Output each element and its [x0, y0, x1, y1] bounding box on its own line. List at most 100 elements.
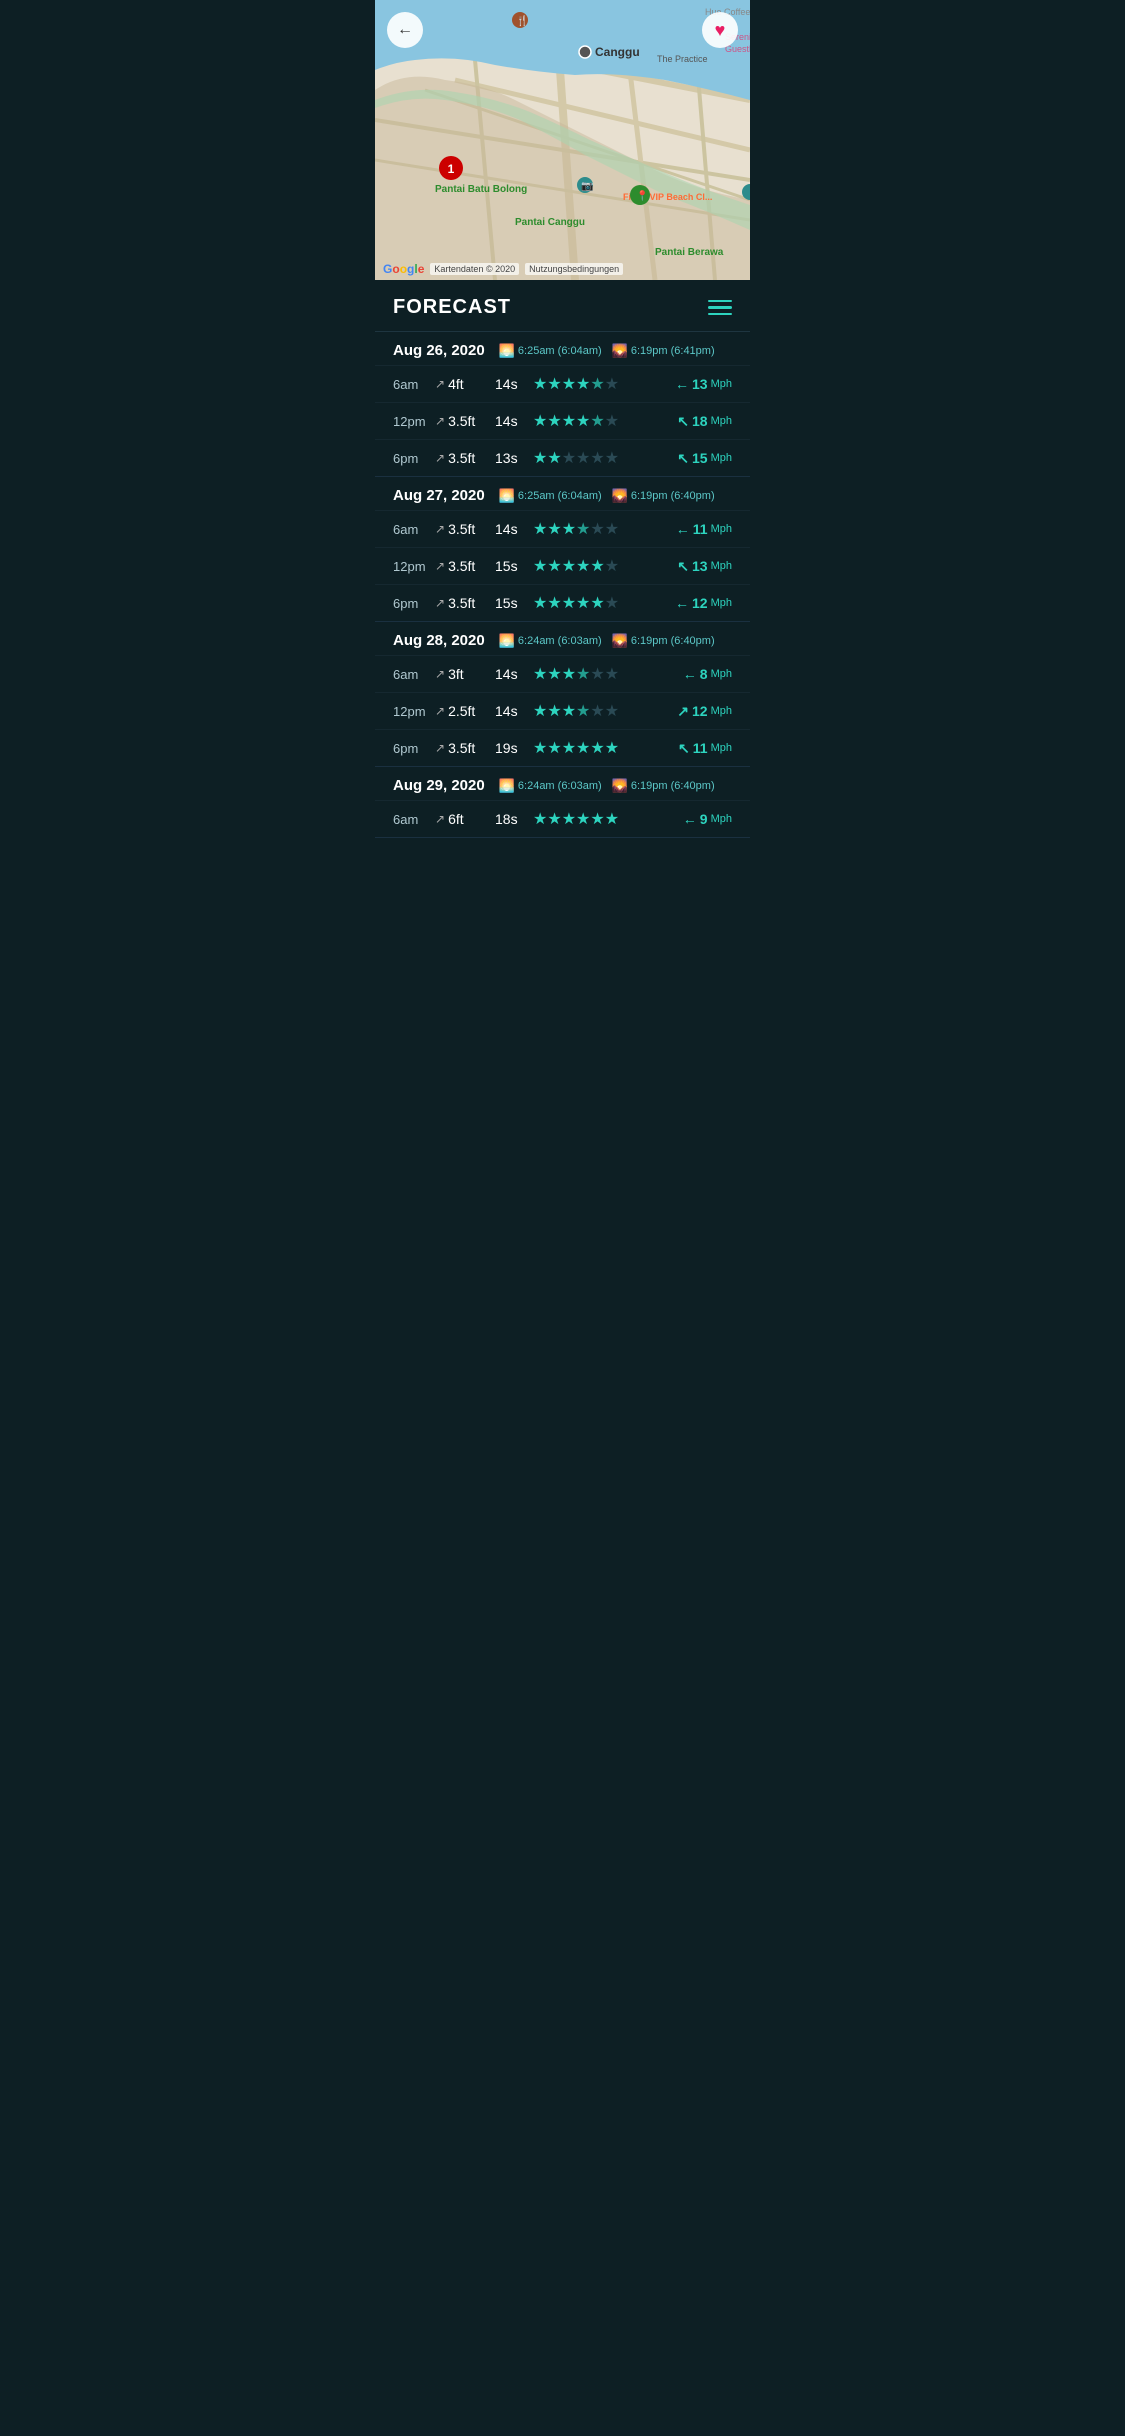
day-block-3: Aug 29, 2020 🌅 6:24am (6:03am) 🌄 6:19pm … — [375, 767, 750, 838]
star-empty: ★ — [605, 448, 619, 468]
time-0-2: 6pm — [393, 451, 435, 466]
svg-text:Canggu: Canggu — [595, 45, 640, 59]
day-header-0: Aug 26, 2020 🌅 6:25am (6:04am) 🌄 6:19pm … — [375, 332, 750, 365]
wind-speed-3-0: 9 — [700, 811, 708, 827]
star-full: ★ — [547, 519, 561, 539]
height-value-2-0: 3ft — [448, 666, 464, 682]
height-value-0-0: 4ft — [448, 376, 464, 392]
time-1-2: 6pm — [393, 596, 435, 611]
sunset-1: 🌄 6:19pm (6:40pm) — [612, 488, 715, 504]
star-half: ★ — [576, 664, 590, 684]
time-3-0: 6am — [393, 812, 435, 827]
wind-1-1: ↖ 13 Mph — [677, 558, 732, 575]
wind-speed-1-0: 11 — [693, 521, 708, 537]
stars-2-2: ★★★★★★ — [533, 738, 678, 758]
star-full: ★ — [562, 411, 576, 431]
star-half: ★ — [590, 374, 604, 394]
wind-unit-1-2: Mph — [711, 597, 732, 609]
star-full: ★ — [547, 374, 561, 394]
sunset-time-1: 6:19pm (6:40pm) — [631, 490, 715, 502]
wind-unit-1-1: Mph — [711, 560, 732, 572]
surf-row-0-0: 6am ↗ 4ft 14s ★★★★★★ ← 13 Mph — [375, 365, 750, 402]
time-1-1: 12pm — [393, 559, 435, 574]
wind-arrow-0-2: ↖ — [677, 450, 689, 467]
star-empty: ★ — [590, 701, 604, 721]
wind-unit-1-0: Mph — [711, 523, 732, 535]
wind-arrow-1-1: ↖ — [677, 558, 689, 575]
sunset-icon-0: 🌄 — [612, 343, 628, 359]
period-2-0: 14s — [495, 666, 533, 682]
sunrise-time-1: 6:25am (6:04am) — [518, 490, 602, 502]
wind-speed-0-0: 13 — [692, 376, 708, 392]
height-0-1: ↗ 3.5ft — [435, 413, 495, 429]
star-full: ★ — [533, 411, 547, 431]
stars-3-0: ★★★★★★ — [533, 809, 683, 829]
star-full: ★ — [547, 664, 561, 684]
time-1-0: 6am — [393, 522, 435, 537]
star-full: ★ — [562, 593, 576, 613]
height-3-0: ↗ 6ft — [435, 811, 495, 827]
period-1-1: 15s — [495, 558, 533, 574]
wind-0-2: ↖ 15 Mph — [677, 450, 732, 467]
wind-arrow-2-0: ← — [683, 666, 697, 682]
period-0-0: 14s — [495, 376, 533, 392]
wind-0-1: ↖ 18 Mph — [677, 413, 732, 430]
google-attribution: Google Kartendaten © 2020 Nutzungsbeding… — [383, 262, 623, 276]
height-1-0: ↗ 3.5ft — [435, 521, 495, 537]
sunrise-icon-0: 🌅 — [499, 343, 515, 359]
day-header-1: Aug 27, 2020 🌅 6:25am (6:04am) 🌄 6:19pm … — [375, 477, 750, 510]
star-full: ★ — [533, 809, 547, 829]
star-empty: ★ — [605, 374, 619, 394]
svg-text:1: 1 — [448, 162, 455, 176]
map-container: 1 Canggu Pantai Batu Bolong Pantai Cangg… — [375, 0, 750, 280]
wind-2-0: ← 8 Mph — [683, 666, 732, 682]
height-1-2: ↗ 3.5ft — [435, 595, 495, 611]
day-date-3: Aug 29, 2020 — [393, 777, 485, 794]
menu-button[interactable] — [708, 300, 732, 316]
wind-1-0: ← 11 Mph — [676, 521, 732, 537]
surf-row-0-2: 6pm ↗ 3.5ft 13s ★★★★★★ ↖ 15 Mph — [375, 439, 750, 476]
height-value-1-1: 3.5ft — [448, 558, 475, 574]
height-value-0-1: 3.5ft — [448, 413, 475, 429]
back-button[interactable]: ← — [387, 12, 423, 48]
height-value-1-0: 3.5ft — [448, 521, 475, 537]
height-arrow-0-2: ↗ — [435, 451, 445, 465]
star-empty: ★ — [605, 411, 619, 431]
wind-speed-2-2: 11 — [693, 740, 708, 756]
star-full: ★ — [533, 448, 547, 468]
stars-2-1: ★★★★★★ — [533, 701, 677, 721]
height-arrow-3-0: ↗ — [435, 812, 445, 826]
sunset-icon-2: 🌄 — [612, 633, 628, 649]
svg-text:📷: 📷 — [581, 181, 593, 192]
star-full: ★ — [533, 519, 547, 539]
surf-row-2-2: 6pm ↗ 3.5ft 19s ★★★★★★ ↖ 11 Mph — [375, 729, 750, 766]
period-3-0: 18s — [495, 811, 533, 827]
star-full: ★ — [533, 556, 547, 576]
svg-text:🍴: 🍴 — [516, 14, 528, 27]
sunset-time-0: 6:19pm (6:41pm) — [631, 345, 715, 357]
period-1-2: 15s — [495, 595, 533, 611]
star-full: ★ — [576, 556, 590, 576]
wind-2-2: ↖ 11 Mph — [678, 740, 732, 757]
star-full: ★ — [533, 664, 547, 684]
favorite-button[interactable]: ♥ — [702, 12, 738, 48]
time-0-0: 6am — [393, 377, 435, 392]
star-empty: ★ — [605, 701, 619, 721]
wind-arrow-3-0: ← — [683, 811, 697, 827]
surf-row-1-0: 6am ↗ 3.5ft 14s ★★★★★★ ← 11 Mph — [375, 510, 750, 547]
sunset-icon-3: 🌄 — [612, 778, 628, 794]
sun-times-0: 🌅 6:25am (6:04am) 🌄 6:19pm (6:41pm) — [499, 343, 715, 359]
period-0-2: 13s — [495, 450, 533, 466]
height-arrow-2-0: ↗ — [435, 667, 445, 681]
wind-speed-1-2: 12 — [692, 595, 708, 611]
star-full: ★ — [590, 593, 604, 613]
star-full: ★ — [562, 664, 576, 684]
star-empty: ★ — [590, 664, 604, 684]
wind-arrow-1-0: ← — [676, 521, 690, 537]
wind-unit-2-2: Mph — [711, 742, 732, 754]
sunset-2: 🌄 6:19pm (6:40pm) — [612, 633, 715, 649]
wind-1-2: ← 12 Mph — [675, 595, 732, 611]
sunrise-3: 🌅 6:24am (6:03am) — [499, 778, 602, 794]
sunrise-time-0: 6:25am (6:04am) — [518, 345, 602, 357]
star-full: ★ — [590, 809, 604, 829]
